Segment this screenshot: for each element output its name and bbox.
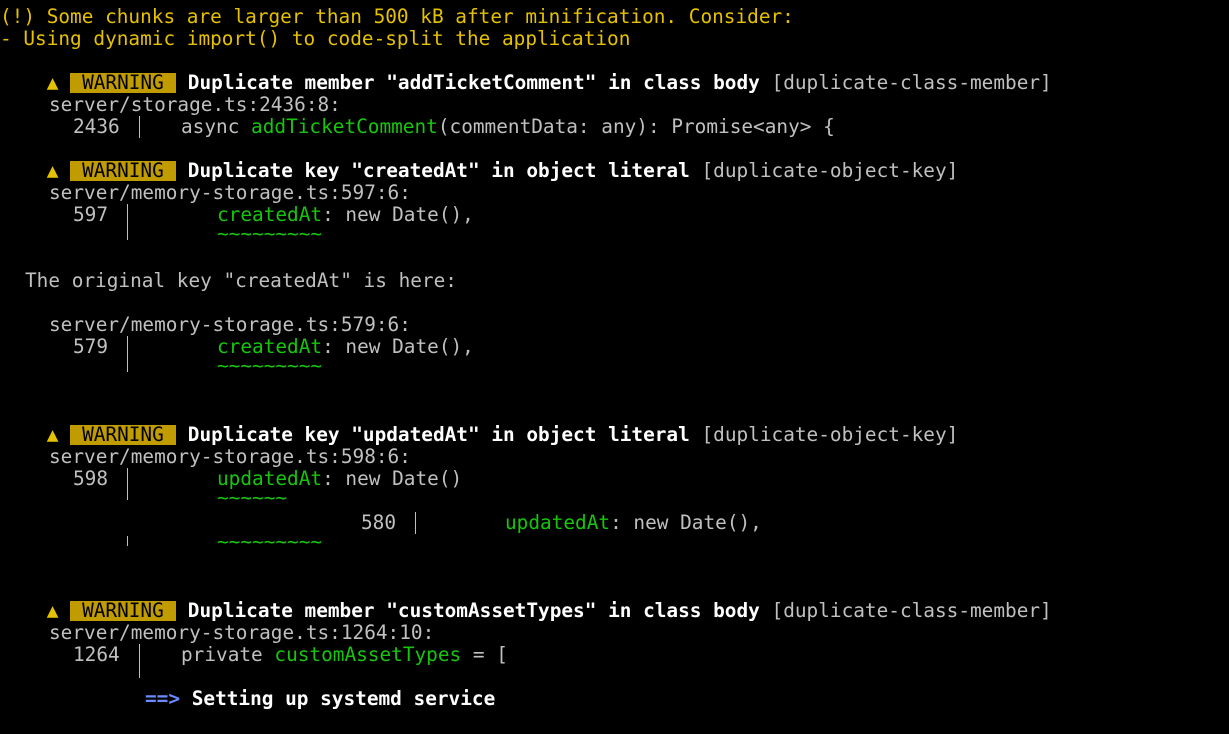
note-text: The original key "createdAt" is here: <box>25 269 457 292</box>
gutter-bar <box>415 512 416 534</box>
line-number: 598 <box>73 467 109 490</box>
gutter-bar <box>127 204 128 240</box>
warning-tag: [duplicate-object-key] <box>701 159 959 182</box>
gutter-bar <box>139 116 140 138</box>
file-location: server/storage.ts:2436:8: <box>49 93 341 116</box>
arrow-right-icon: ==> <box>145 687 181 710</box>
warning-badge: WARNING <box>70 161 176 181</box>
file-location: server/memory-storage.ts:598:6: <box>49 445 411 468</box>
warning-message: Duplicate member "addTicketComment" in c… <box>187 71 760 94</box>
warning-message: Duplicate key "updatedAt" in object lite… <box>187 423 690 446</box>
warning-triangle-icon: ▲ <box>46 159 71 182</box>
file-location: server/memory-storage.ts:597:6: <box>49 181 411 204</box>
status-line: ==> Setting up systemd service <box>145 688 495 710</box>
gutter-bar <box>127 536 128 546</box>
line-number: 579 <box>73 335 109 358</box>
chunk-size-notice: (!) Some chunks are larger than 500 kB a… <box>0 5 794 28</box>
warning-tag: [duplicate-class-member] <box>771 71 1052 94</box>
line-number: 2436 <box>73 115 120 138</box>
error-underline: ~~~~~~~~~ <box>217 222 323 245</box>
file-location: server/memory-storage.ts:1264:10: <box>49 621 435 644</box>
gutter-bar <box>127 336 128 372</box>
warning-message: Duplicate key "createdAt" in object lite… <box>187 159 690 182</box>
line-number: 580 <box>361 511 397 534</box>
warning-tag: [duplicate-object-key] <box>701 423 959 446</box>
warning-header: ▲ WARNING Duplicate key "createdAt" in ob… <box>0 138 959 182</box>
line-number: 1264 <box>73 643 120 666</box>
warning-message: Duplicate member "customAssetTypes" in c… <box>187 599 760 622</box>
warning-badge: WARNING <box>70 425 176 445</box>
warning-badge: WARNING <box>70 73 176 93</box>
gutter-bar <box>127 468 128 500</box>
code-split-hint: - Using dynamic import() to code-split t… <box>0 27 631 50</box>
warning-triangle-icon: ▲ <box>46 599 71 622</box>
code-line: updatedAt: new Date(), <box>505 511 762 534</box>
warning-header: ▲ WARNING Duplicate key "updatedAt" in ob… <box>0 402 959 446</box>
gutter-bar <box>139 644 140 678</box>
error-underline: ~~~~~~~~~ <box>217 354 323 377</box>
file-location: server/memory-storage.ts:579:6: <box>49 313 411 336</box>
warning-triangle-icon: ▲ <box>46 71 71 94</box>
line-number: 597 <box>73 203 109 226</box>
warning-triangle-icon: ▲ <box>46 423 71 446</box>
error-underline: ~~~~~~~~~ <box>217 530 323 553</box>
code-line: async addTicketComment(commentData: any)… <box>181 115 835 138</box>
code-line: private customAssetTypes = [ <box>181 643 508 666</box>
warning-header: ▲ WARNING Duplicate member "customAssetTy… <box>0 578 1052 622</box>
error-underline: ~~~~~~ <box>217 486 288 509</box>
warning-header: ▲ WARNING Duplicate member "addTicketComm… <box>0 50 1052 94</box>
warning-tag: [duplicate-class-member] <box>771 599 1052 622</box>
warning-badge: WARNING <box>70 601 176 621</box>
status-text: Setting up systemd service <box>191 687 496 710</box>
